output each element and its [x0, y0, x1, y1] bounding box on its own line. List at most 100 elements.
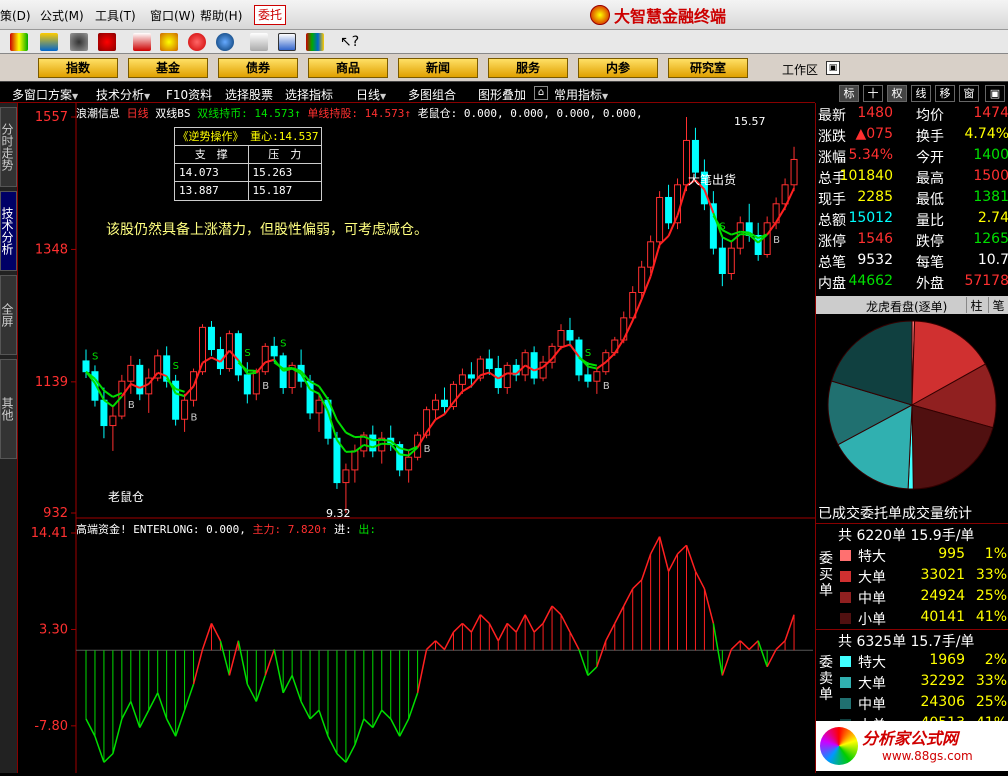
nav-fund-button[interactable]: 基金 [128, 58, 208, 78]
order-pie-chart [824, 317, 1000, 493]
candle-body [791, 159, 797, 184]
grid-icon[interactable] [40, 33, 58, 51]
tab-mark[interactable]: 标 [839, 85, 859, 102]
candle-body [110, 416, 116, 426]
tab-bar-view[interactable]: 柱 [966, 297, 986, 313]
menu-strategy[interactable]: 策(D) [0, 7, 31, 24]
indicator-line [337, 754, 346, 763]
menu-tools[interactable]: 工具(T) [95, 7, 136, 24]
books-icon[interactable] [306, 33, 324, 51]
order-row: 特大19692% [836, 652, 1008, 672]
chart-header: 浪潮信息 日线 双线BS 双线持币: 14.573↑ 单线持股: 14.573↑… [76, 105, 643, 121]
tab-fullscreen[interactable]: 全屏 [0, 275, 17, 355]
buy-signal: B [262, 381, 269, 392]
quote-value: 1480 [857, 105, 893, 121]
tab-other[interactable]: 其他 [0, 359, 17, 459]
kline-chart[interactable]: 15571348113993214.413.30-7.80 SBSBSBSBSB… [18, 103, 815, 773]
quote-row: 涨幅5.34%今开1400 [816, 147, 1008, 168]
menu-help[interactable]: 帮助(H) [200, 7, 242, 24]
laoshu-label: 老鼠仓 [108, 488, 144, 505]
nav-service-button[interactable]: 服务 [488, 58, 568, 78]
lock-icon[interactable]: ⌂ [534, 86, 548, 100]
ma-segment [104, 391, 113, 397]
quote-value: 5.34% [849, 147, 893, 163]
quote-value: 44662 [848, 273, 893, 289]
order-stats-title: 已成交委托单成交量统计 [818, 503, 972, 523]
ma-segment [400, 454, 409, 455]
menu-formula[interactable]: 公式(M) [40, 7, 84, 24]
nav-commodity-button[interactable]: 商品 [308, 58, 388, 78]
nav-bond-button[interactable]: 债券 [218, 58, 298, 78]
indicator-line [176, 710, 185, 736]
order-percent: 33% [976, 567, 1007, 583]
quote-label: 内盘 [818, 273, 846, 293]
candle-body [486, 359, 492, 369]
indicator-line [686, 545, 695, 571]
tab-tech[interactable]: 技术分析 [0, 191, 17, 271]
tab-right[interactable]: 权 [887, 85, 907, 102]
period-menu[interactable]: 日线▼ [356, 86, 386, 103]
select-indicator-menu[interactable]: 选择指标 [285, 86, 333, 103]
candle-body [522, 353, 528, 375]
indicator-line [211, 623, 220, 640]
multi-window-scheme[interactable]: 多窗口方案▼ [12, 86, 78, 103]
indicator-line [480, 615, 489, 624]
sr-resistance-2: 15.187 [249, 182, 322, 200]
alarm-icon[interactable] [98, 33, 116, 51]
nav-index-button[interactable]: 指数 [38, 58, 118, 78]
indicator-line [427, 641, 436, 650]
tab-trade-view[interactable]: 笔 [988, 297, 1008, 313]
window-icon[interactable] [278, 33, 296, 51]
candle-body [558, 331, 564, 347]
axis-ticks: 15571348113993214.413.30-7.80 [31, 110, 68, 734]
buy-signal: B [128, 400, 135, 411]
tab-cross[interactable]: 十 [863, 85, 883, 102]
indicator-line [238, 641, 247, 684]
quote-icon[interactable] [10, 33, 28, 51]
order-percent: 41% [976, 609, 1007, 625]
multi-chart-menu[interactable]: 多图组合 [408, 86, 456, 103]
order-percent: 25% [976, 588, 1007, 604]
order-type: 特大 [858, 652, 886, 672]
menu-window[interactable]: 窗口(W) [150, 7, 195, 24]
indicator-line [588, 667, 597, 676]
help-pointer-icon[interactable]: ↖? [340, 33, 358, 51]
overlay-menu[interactable]: 图形叠加 [478, 86, 526, 103]
tab-timeshare[interactable]: 分时走势 [0, 107, 17, 187]
nav-insider-button[interactable]: 内参 [578, 58, 658, 78]
nav-research-button[interactable]: 研究室 [668, 58, 748, 78]
ma-segment [436, 414, 445, 419]
indicator-line [292, 675, 301, 701]
blue-circle-icon[interactable] [216, 33, 234, 51]
tab-move[interactable]: 移 [935, 85, 955, 102]
f10-label: F10资料 [166, 88, 212, 102]
quote-value: 1381 [973, 189, 1008, 205]
tech-analysis-menu[interactable]: 技术分析▼ [96, 86, 150, 103]
red-circle-icon[interactable] [188, 33, 206, 51]
tab-window[interactable]: 窗 [959, 85, 979, 102]
f10-menu[interactable]: F10资料 [166, 86, 212, 103]
nav-news-button[interactable]: 新闻 [398, 58, 478, 78]
select-stock-menu[interactable]: 选择股票 [225, 86, 273, 103]
candle-body [442, 400, 448, 406]
indicator-line [525, 615, 534, 632]
common-indicator-menu[interactable]: 常用指标▼ [554, 86, 608, 103]
tab-maximize[interactable]: ▣ [985, 85, 1005, 102]
tab-line[interactable]: 线 [911, 85, 931, 102]
candle-body [639, 267, 645, 292]
binoculars-icon[interactable] [70, 33, 88, 51]
indicator-line [436, 641, 445, 650]
indicator-line [731, 641, 740, 650]
quote-row: 总笔9532每笔10.7 [816, 252, 1008, 273]
menu-bar: 策(D) 公式(M) 工具(T) 窗口(W) 帮助(H) 委托 大智慧金融终端 [0, 0, 1008, 30]
ma-segment [722, 237, 731, 241]
flag-icon[interactable] [133, 33, 151, 51]
printer-icon[interactable] [250, 33, 268, 51]
diamond-icon[interactable] [160, 33, 178, 51]
workarea-toggle-icon[interactable]: ▣ [826, 61, 840, 75]
workarea-label[interactable]: 工作区 [782, 61, 818, 78]
indicator-line [713, 623, 722, 675]
quote-value: 15012 [848, 210, 893, 226]
weituo-button[interactable]: 委托 [254, 5, 286, 25]
order-count: 40141 [920, 609, 965, 625]
